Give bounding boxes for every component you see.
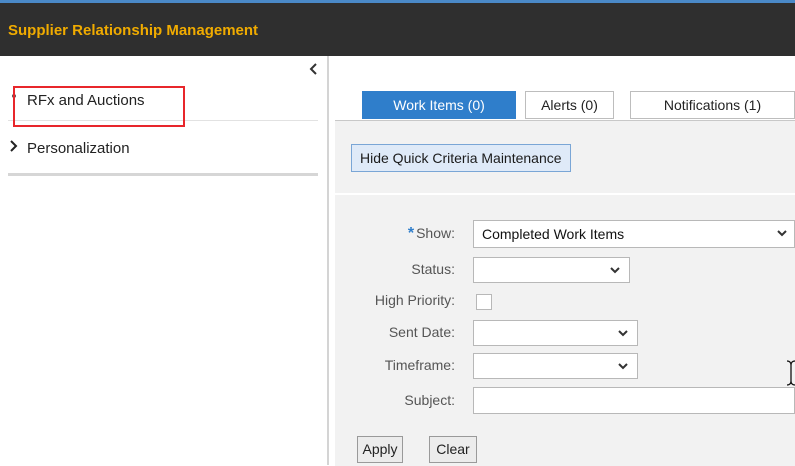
chevron-down-icon: [618, 363, 628, 370]
chevron-right-icon: [8, 139, 20, 155]
app-title: Supplier Relationship Management: [8, 22, 259, 39]
chevron-down-icon: [610, 267, 620, 274]
show-label: * Show:: [335, 225, 455, 243]
sidebar-item-label: RFx and Auctions: [27, 92, 145, 109]
sidebar-item-label: Personalization: [27, 140, 130, 157]
criteria-form: * Show: Completed Work Items Status: High…: [335, 121, 795, 466]
subject-label: Subject:: [404, 392, 455, 408]
text-cursor-icon: [786, 360, 795, 386]
sent-date-select[interactable]: [473, 320, 638, 346]
tab-alerts[interactable]: Alerts (0): [525, 91, 614, 119]
sent-date-label: Sent Date:: [388, 324, 455, 340]
chevron-left-icon[interactable]: [309, 62, 318, 78]
pane-divider[interactable]: [327, 56, 329, 465]
timeframe-select[interactable]: [473, 353, 638, 379]
chevron-right-glyph: [10, 140, 18, 152]
apply-button[interactable]: Apply: [357, 436, 403, 463]
show-select-value: Completed Work Items: [482, 226, 625, 242]
required-marker: *: [407, 225, 415, 242]
bullet-icon: •: [11, 88, 17, 105]
sidebar-item-personalization[interactable]: Personalization: [8, 133, 318, 176]
work-items-panel: Hide Quick Criteria Maintenance * Show: C…: [335, 120, 795, 466]
chevron-down-icon: [777, 230, 787, 237]
sidebar-item-rfx-and-auctions[interactable]: • RFx and Auctions: [8, 86, 318, 121]
high-priority-label: High Priority:: [374, 292, 455, 308]
clear-button[interactable]: Clear: [429, 436, 477, 463]
app-header: Supplier Relationship Management: [0, 0, 795, 56]
tab-notifications[interactable]: Notifications (1): [630, 91, 795, 119]
chevron-left-glyph: [309, 63, 317, 75]
timeframe-label: Timeframe:: [384, 357, 455, 373]
show-label-text: Show:: [416, 225, 455, 241]
subject-input[interactable]: [473, 387, 795, 414]
show-select[interactable]: Completed Work Items: [473, 220, 795, 248]
header-accent-line: [0, 0, 795, 3]
tab-work-items[interactable]: Work Items (0): [362, 91, 516, 119]
chevron-down-icon: [618, 330, 628, 337]
status-label: Status:: [411, 261, 455, 277]
status-select[interactable]: [473, 257, 630, 283]
high-priority-checkbox[interactable]: [476, 294, 492, 310]
